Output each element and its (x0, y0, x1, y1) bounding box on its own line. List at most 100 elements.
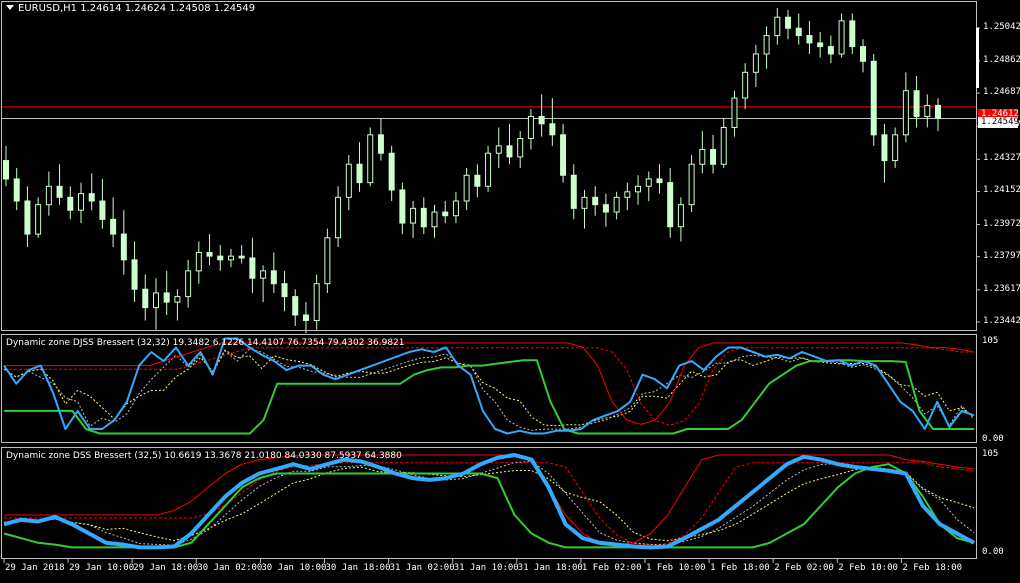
candle-body-bear (270, 270, 277, 285)
candle-body-bear (795, 27, 802, 37)
candle-body-bear (860, 46, 867, 62)
time-tick-label: 31 Jan 02:00 (389, 563, 455, 573)
ind1-red-dashed (4, 347, 974, 426)
candle-body-bull (677, 204, 684, 228)
candle-body-bull (174, 296, 181, 303)
current-price-tag: 1.24549 (978, 117, 1019, 128)
candle-body-bear (399, 189, 406, 224)
candle-body-bear (388, 152, 395, 191)
candle-body-bull (731, 97, 738, 128)
candle-body-bull (699, 149, 706, 165)
candle-body-bull (431, 211, 438, 228)
candle-body-bear (474, 174, 481, 187)
candle-body-bear (870, 60, 877, 136)
candle-body-bull (613, 196, 620, 213)
candle-body-bear (206, 251, 213, 257)
candle-body-bear (602, 204, 609, 213)
price-tick-label: 1.24862 (983, 54, 1020, 65)
candle-body-bull (410, 207, 417, 224)
time-tick-label: 29 Jan 18:00 (133, 563, 199, 573)
candle-body-bear (13, 178, 20, 202)
symbol-header-text: EURUSD,H1 1.24614 1.24624 1.24508 1.2454… (18, 3, 256, 14)
indicator1-bottom-label: 0.00 (982, 434, 1004, 444)
candle-body-bull (324, 237, 331, 285)
symbol-header: EURUSD,H1 1.24614 1.24624 1.24508 1.2454… (6, 3, 255, 14)
candle-body-bear (131, 259, 138, 290)
ind1-blue-line (3, 337, 975, 435)
price-tick-label: 1.23617 (983, 283, 1020, 294)
candle-body-bull (152, 292, 159, 309)
candle-body-bull (752, 53, 759, 73)
candle-body-bull (720, 126, 727, 165)
ind2-blue-line (3, 453, 975, 550)
time-tick-label: 29 Jan 10:00 (69, 563, 135, 573)
candle-body-bear (817, 42, 824, 48)
indicator1-title: Dynamic zone DJSS Bressert (32,32) 19.34… (6, 338, 405, 348)
candle-body-bull (495, 145, 502, 154)
candle-body-bull (517, 138, 524, 158)
candle-body-bull (313, 283, 320, 321)
candle-body-bull (742, 71, 749, 99)
candle-body-bull (902, 90, 909, 136)
candle-body-bear (849, 20, 856, 48)
candle-body-bear (56, 185, 63, 198)
candle-body-bull (527, 115, 534, 140)
candle-body-bear (785, 16, 792, 29)
candle-body-bull (624, 191, 631, 198)
candle-body-bull (763, 35, 770, 55)
candle-body-bull (581, 196, 588, 209)
candle-body-bear (570, 174, 577, 209)
candle-body-bull (367, 134, 374, 184)
price-tick-label: 1.25042 (983, 21, 1020, 32)
candle-body-bear (442, 211, 449, 217)
candle-body-bear (88, 193, 95, 202)
candle-body-bear (560, 134, 567, 176)
candle-body-bear (506, 145, 513, 158)
time-tick-label: 31 Jan 18:00 (517, 563, 583, 573)
candle-body-bull (924, 104, 931, 117)
time-tick-label: 29 Jan 2018 (5, 563, 65, 573)
candle-body-bear (110, 218, 117, 235)
candle-body-bull (452, 200, 459, 217)
candle-body-bear (163, 292, 170, 303)
candle-body-bear (656, 178, 663, 184)
price-tick-label: 1.23442 (983, 315, 1020, 326)
chart-canvas[interactable] (0, 0, 1020, 579)
candle-body-bear (806, 35, 813, 44)
candle-body-bull (463, 174, 470, 202)
candle-body-bear (99, 200, 106, 220)
price-tick-label: 1.24687 (983, 87, 1020, 98)
candle-body-bear (538, 115, 545, 125)
candle-body-bull (688, 163, 695, 206)
candle-body-bull (335, 196, 342, 239)
ind1-green-line (4, 359, 974, 435)
time-tick-label: 2 Feb 18:00 (902, 563, 962, 573)
candle-body-bull (838, 20, 845, 55)
candle-body-bull (260, 270, 267, 279)
chart-window[interactable]: EURUSD,H1 1.24614 1.24624 1.24508 1.2454… (0, 0, 1020, 579)
candle-body-bull (345, 163, 352, 198)
scroll-marker (976, 28, 979, 88)
ind2-yellow-dashed (3, 466, 975, 542)
indicator2-top-label: 105 (982, 449, 999, 459)
time-tick-label: 2 Feb 10:00 (838, 563, 898, 573)
time-tick-label: 30 Jan 18:00 (325, 563, 391, 573)
candle-body-bear (3, 160, 9, 180)
candle-body-bear (667, 182, 674, 228)
price-tick-label: 1.23972 (983, 218, 1020, 229)
indicator2-bottom-label: 0.00 (982, 547, 1004, 557)
indicator1-panel-frame (1, 334, 977, 443)
time-tick-label: 30 Jan 02:00 (197, 563, 263, 573)
candle-body-bull (77, 193, 84, 211)
candle-body-bear (827, 46, 834, 55)
candle-body-bear (249, 257, 256, 279)
candle-body-bear (24, 200, 31, 235)
candle-body-bull (485, 152, 492, 187)
dropdown-triangle-icon[interactable] (6, 5, 14, 10)
candle-body-bear (281, 283, 288, 298)
candle-body-bull (774, 16, 781, 37)
time-tick-label: 2 Feb 02:00 (774, 563, 834, 573)
candle-body-bull (645, 178, 652, 187)
candle-body-bear (142, 288, 149, 309)
price-tick-label: 1.24152 (983, 185, 1020, 196)
